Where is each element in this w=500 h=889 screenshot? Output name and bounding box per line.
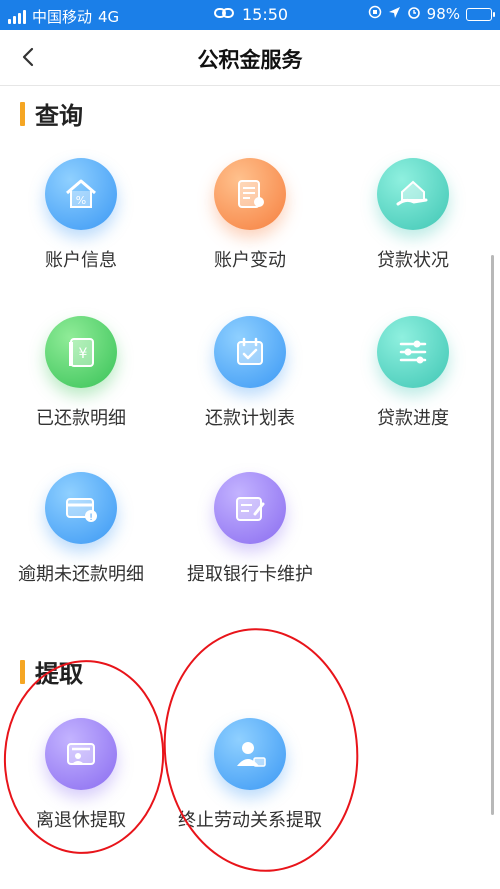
- house-percent-icon: %: [45, 158, 117, 230]
- service-label: 贷款状况: [377, 250, 449, 271]
- service-loan-progress[interactable]: 贷款进度: [333, 316, 493, 446]
- service-label: 逾期未还款明细: [18, 564, 144, 585]
- service-account-changes[interactable]: 账户变动: [170, 158, 330, 288]
- section-header-withdraw: 提取: [20, 654, 83, 689]
- person-card-icon: [214, 718, 286, 790]
- service-repaid-details[interactable]: ¥ 已还款明细: [1, 316, 161, 446]
- service-label: 离退休提取: [36, 810, 126, 831]
- service-label: 已还款明细: [36, 408, 126, 429]
- clock-time: 15:50: [242, 5, 289, 24]
- document-edit-icon: [214, 158, 286, 230]
- service-label: 还款计划表: [205, 408, 295, 429]
- yuan-ledger-icon: ¥: [45, 316, 117, 388]
- battery-percent: 98%: [426, 5, 460, 23]
- svg-text:¥: ¥: [79, 346, 88, 362]
- service-loan-status[interactable]: 贷款状况: [333, 158, 493, 288]
- service-bank-card-maintenance[interactable]: 提取银行卡维护: [170, 472, 330, 602]
- battery-icon: [466, 7, 495, 21]
- page-title: 公积金服务: [197, 48, 303, 72]
- nav-bar: 公积金服务: [0, 30, 500, 86]
- section-title: 查询: [35, 102, 83, 130]
- card-warning-icon: !: [45, 472, 117, 544]
- network-type: 4G: [98, 7, 120, 26]
- scrollbar[interactable]: [491, 255, 494, 815]
- service-account-info[interactable]: % 账户信息: [1, 158, 161, 288]
- section-accent-bar: [20, 659, 25, 684]
- house-hand-icon: [377, 158, 449, 230]
- svg-text:%: %: [76, 194, 86, 207]
- service-repayment-schedule[interactable]: 还款计划表: [170, 316, 330, 446]
- section-title: 提取: [35, 660, 83, 688]
- section-header-query: 查询: [20, 96, 83, 131]
- service-retirement-withdrawal[interactable]: 离退休提取: [1, 718, 161, 848]
- link-icon: [214, 5, 234, 24]
- service-overdue-details[interactable]: ! 逾期未还款明细: [1, 472, 161, 602]
- alarm-icon: [407, 5, 421, 23]
- sliders-icon: [377, 316, 449, 388]
- carrier-name: 中国移动: [32, 8, 93, 26]
- service-label: 账户变动: [214, 250, 286, 271]
- service-termination-withdrawal[interactable]: 终止劳动关系提取: [170, 718, 330, 848]
- calendar-check-icon: [214, 316, 286, 388]
- service-label: 账户信息: [45, 250, 117, 271]
- service-label: 提取银行卡维护: [187, 564, 313, 585]
- orientation-lock-icon: [368, 5, 382, 23]
- location-icon: [388, 5, 401, 23]
- section-accent-bar: [20, 101, 25, 126]
- status-bar: 中国移动 4G 15:50 98%: [0, 0, 500, 30]
- svg-text:!: !: [89, 513, 93, 523]
- service-label: 终止劳动关系提取: [178, 810, 322, 831]
- retire-card-icon: [45, 718, 117, 790]
- service-label: 贷款进度: [377, 408, 449, 429]
- signal-icon: [8, 9, 26, 24]
- card-edit-icon: [214, 472, 286, 544]
